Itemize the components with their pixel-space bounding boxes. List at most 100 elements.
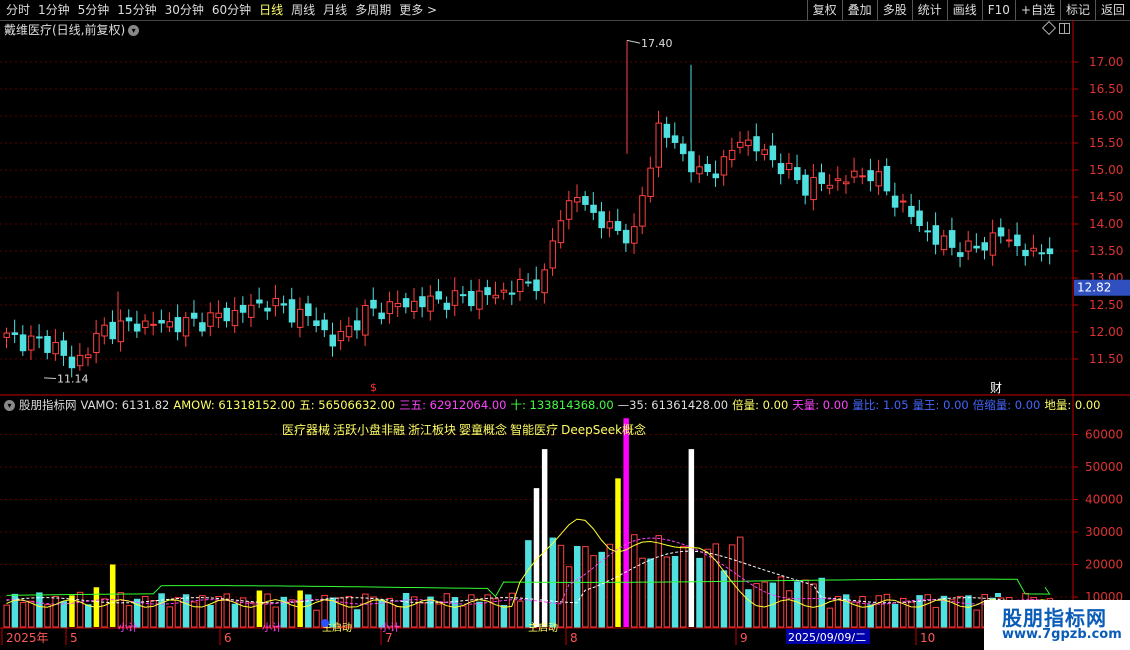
volume-bar — [362, 593, 369, 628]
concept-tags: 医疗器械 活跃小盘非融 浙江板块 婴童概念 智能医疗 DeepSeek概念 — [282, 421, 649, 438]
concept-tag-0[interactable]: 医疗器械 — [282, 423, 330, 437]
candle-body — [851, 170, 858, 178]
candle-body — [598, 211, 605, 229]
candle-body — [345, 325, 353, 338]
candle-body — [1030, 247, 1037, 252]
candle-body — [27, 335, 35, 351]
concept-tag-4[interactable]: 智能医疗 — [510, 423, 558, 437]
candle-body — [272, 297, 279, 307]
volume-bar — [484, 594, 491, 628]
candle-body — [394, 302, 402, 308]
candle-body — [321, 319, 328, 331]
concept-tag-1[interactable]: 活跃小盘非融 — [333, 423, 405, 437]
candle-body — [1014, 234, 1021, 247]
candle-body — [997, 227, 1005, 237]
candle-body — [215, 312, 222, 319]
candle-body — [484, 287, 491, 296]
volume-bar — [19, 602, 27, 628]
indicator-value-9: 量王: 0.00 — [912, 398, 969, 412]
indicator-value-1: AMOW: 61318152.00 — [173, 398, 296, 412]
candle-body — [150, 323, 157, 326]
high-price-label: 17.40 — [641, 37, 673, 50]
candle-body — [459, 294, 467, 297]
candle-body — [590, 204, 597, 213]
volume-bar — [728, 544, 736, 628]
candle-body — [353, 320, 361, 331]
candle-body — [166, 321, 173, 328]
candle-body — [52, 341, 59, 355]
candle-body — [826, 184, 834, 189]
volume-bar — [647, 558, 654, 628]
concept-tag-2[interactable]: 浙江板块 — [408, 423, 456, 437]
signal-marker-1: 小计 — [262, 621, 282, 634]
indicator-name[interactable]: 股朋指标网 — [19, 397, 77, 413]
volume-bar — [182, 594, 190, 628]
price-tick-label-10: 12.00 — [1089, 325, 1123, 339]
candle-body — [133, 323, 141, 332]
candle-body — [93, 332, 100, 353]
candle-body — [924, 230, 931, 233]
blue-dot-marker — [321, 619, 329, 627]
candle-body — [1046, 248, 1054, 255]
date-label-1: 5 — [70, 631, 78, 645]
concept-tag-5[interactable]: DeepSeek概念 — [561, 423, 646, 437]
volume-bar — [932, 606, 940, 628]
indicator-dropdown-icon[interactable]: ▾ — [4, 399, 15, 411]
kline-chart: 17.00 16.50 16.00 15.50 15.00 14.50 14.00 13.50… — [0, 20, 1130, 650]
volume-bar — [158, 593, 165, 628]
candle-body — [109, 321, 116, 340]
low-leader — [43, 377, 57, 379]
candle-body — [753, 136, 760, 152]
indicator-value-8: 量比: 1.05 — [852, 398, 909, 412]
volume-tick-label-2: 40000 — [1085, 493, 1123, 507]
volume-bar — [248, 601, 255, 628]
volume-bar — [207, 604, 214, 628]
dollar-marker: $ — [370, 381, 377, 394]
candle-body — [85, 354, 92, 359]
candle-body — [158, 320, 165, 324]
candle-body — [671, 135, 679, 143]
candle-body — [639, 195, 646, 227]
price-tick-label-0: 17.00 — [1089, 55, 1123, 69]
volume-bar — [891, 603, 899, 628]
volume-bar — [965, 595, 972, 628]
volume-bar — [411, 596, 418, 628]
volume-bar — [427, 596, 434, 628]
candle-body — [737, 141, 744, 148]
volume-bar — [631, 534, 638, 628]
candle-body — [239, 304, 247, 313]
watermark-url: www.7gpzb.com — [1002, 627, 1122, 642]
volume-bar — [370, 596, 377, 628]
volume-bar-highlight — [615, 478, 621, 627]
candle-body — [818, 172, 825, 184]
volume-bar — [557, 544, 565, 628]
indicator-value-3: 三五: 62912064.00 — [399, 398, 507, 412]
candle-body — [443, 302, 451, 310]
candle-body — [622, 229, 630, 244]
volume-bar-highlight — [297, 590, 303, 627]
candle-body — [305, 303, 312, 317]
volume-bar — [957, 595, 964, 628]
candle-body — [3, 332, 10, 338]
volume-bar — [867, 604, 874, 628]
candle-body — [785, 162, 793, 171]
price-tick-label-7: 13.50 — [1089, 244, 1123, 258]
candle-body — [704, 164, 711, 173]
candle-body — [256, 299, 263, 304]
candle-body — [60, 340, 68, 356]
candle-body — [492, 294, 499, 299]
volume-bar — [142, 595, 149, 628]
candle-body — [329, 334, 336, 347]
indicator-value-7: 天量: 0.00 — [792, 398, 849, 412]
concept-tag-3[interactable]: 婴童概念 — [459, 423, 507, 437]
candle-body — [916, 210, 923, 226]
volume-bar — [582, 546, 589, 628]
volume-bar — [443, 593, 451, 628]
price-tick-label-5: 14.50 — [1089, 190, 1123, 204]
date-label-5: 9 — [740, 631, 748, 645]
volume-bar — [52, 595, 59, 628]
volume-bar — [655, 535, 662, 628]
indicator-value-5: —35: 61361428.00 — [617, 398, 729, 412]
volume-bar-highlight — [256, 590, 263, 627]
cai-marker: 财 — [990, 381, 1002, 395]
